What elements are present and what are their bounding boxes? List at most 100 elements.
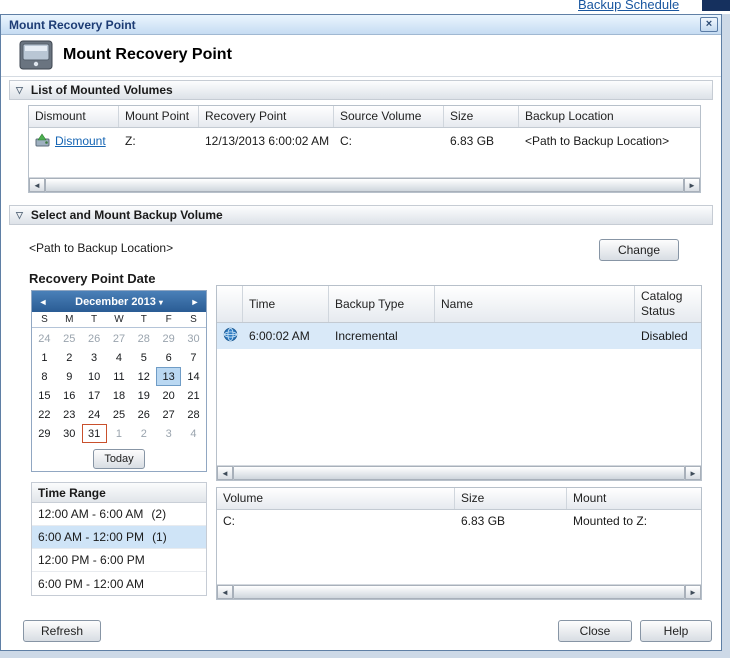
calendar-day[interactable]: 13 [156, 367, 181, 386]
calendar-dow-label: W [107, 312, 132, 327]
close-icon[interactable]: × [700, 17, 718, 32]
calendar-month-selector[interactable]: December 2013▾ [54, 296, 184, 308]
refresh-button[interactable]: Refresh [23, 620, 101, 642]
backup-location-path: <Path to Backup Location> [29, 241, 173, 255]
table-header-row: Volume Size Mount [217, 488, 701, 510]
time-range-item[interactable]: 12:00 PM - 6:00 PM [32, 549, 206, 572]
dialog-titlebar[interactable]: Mount Recovery Point × [1, 15, 721, 35]
calendar-day[interactable]: 3 [82, 348, 107, 367]
table-row[interactable]: 6:00:02 AM Incremental Disabled [217, 323, 701, 349]
calendar-day[interactable]: 20 [156, 386, 181, 405]
calendar-day[interactable]: 27 [107, 329, 132, 348]
scroll-right-icon[interactable]: ► [685, 466, 701, 480]
column-header-dismount[interactable]: Dismount [29, 106, 119, 127]
calendar-day[interactable]: 4 [181, 424, 206, 443]
calendar-day[interactable]: 30 [181, 329, 206, 348]
column-header-source-volume[interactable]: Source Volume [334, 106, 444, 127]
scrollbar-thumb[interactable] [233, 585, 685, 599]
column-header-size[interactable]: Size [455, 488, 567, 509]
scroll-left-icon[interactable]: ◄ [29, 178, 45, 192]
scrollbar-thumb[interactable] [45, 178, 684, 192]
calendar-day[interactable]: 18 [107, 386, 132, 405]
calendar-prev-icon[interactable]: ◄ [32, 297, 54, 307]
table-row[interactable]: Dismount Z: 12/13/2013 6:00:02 AM C: 6.8… [29, 128, 700, 154]
calendar-day[interactable]: 28 [181, 405, 206, 424]
column-header-name[interactable]: Name [435, 286, 635, 322]
calendar-day[interactable]: 3 [156, 424, 181, 443]
column-header-time[interactable]: Time [243, 286, 329, 322]
calendar-day[interactable]: 28 [131, 329, 156, 348]
section-mounted-volumes-header[interactable]: ▽ List of Mounted Volumes [9, 80, 713, 100]
scroll-right-icon[interactable]: ► [685, 585, 701, 599]
column-header-volume[interactable]: Volume [217, 488, 455, 509]
backup-schedule-link[interactable]: Backup Schedule [578, 0, 679, 12]
volume-cell: C: [217, 510, 455, 532]
calendar-day[interactable]: 7 [181, 348, 206, 367]
calendar-day[interactable]: 15 [32, 386, 57, 405]
calendar-day[interactable]: 17 [82, 386, 107, 405]
horizontal-scrollbar[interactable]: ◄ ► [217, 584, 701, 599]
calendar-day[interactable]: 9 [57, 367, 82, 386]
calendar-day[interactable]: 30 [57, 424, 82, 443]
scroll-left-icon[interactable]: ◄ [217, 466, 233, 480]
calendar-day[interactable]: 26 [131, 405, 156, 424]
scrollbar-thumb[interactable] [233, 466, 685, 480]
calendar-day[interactable]: 29 [32, 424, 57, 443]
calendar-day[interactable]: 23 [57, 405, 82, 424]
column-header-catalog-status[interactable]: Catalog Status [635, 286, 701, 322]
calendar-day[interactable]: 16 [57, 386, 82, 405]
calendar-month-label: December 2013 [75, 296, 156, 308]
calendar-day[interactable]: 1 [107, 424, 132, 443]
time-range-item[interactable]: 6:00 AM - 12:00 PM (1) [32, 526, 206, 549]
calendar-day[interactable]: 14 [181, 367, 206, 386]
calendar-day[interactable]: 5 [131, 348, 156, 367]
change-button[interactable]: Change [599, 239, 679, 261]
section-select-mount-header[interactable]: ▽ Select and Mount Backup Volume [9, 205, 713, 225]
calendar-day[interactable]: 31 [82, 424, 107, 443]
calendar-day[interactable]: 11 [107, 367, 132, 386]
table-empty-area [217, 532, 701, 584]
calendar-day[interactable]: 21 [181, 386, 206, 405]
help-button[interactable]: Help [640, 620, 712, 642]
calendar-day[interactable]: 6 [156, 348, 181, 367]
background-page: Backup Schedule [0, 0, 730, 14]
calendar-day[interactable]: 12 [131, 367, 156, 386]
calendar-day[interactable]: 24 [32, 329, 57, 348]
calendar-day[interactable]: 22 [32, 405, 57, 424]
column-header-recovery-point[interactable]: Recovery Point [199, 106, 334, 127]
calendar-day[interactable]: 19 [131, 386, 156, 405]
calendar-day[interactable]: 4 [107, 348, 132, 367]
calendar-day[interactable]: 1 [32, 348, 57, 367]
calendar-day[interactable]: 26 [82, 329, 107, 348]
calendar-day[interactable]: 25 [107, 405, 132, 424]
backup-location-cell: <Path to Backup Location> [519, 130, 700, 152]
calendar-day[interactable]: 25 [57, 329, 82, 348]
calendar-next-icon[interactable]: ► [184, 297, 206, 307]
table-row[interactable]: C: 6.83 GB Mounted to Z: [217, 510, 701, 532]
time-range-item[interactable]: 12:00 AM - 6:00 AM (2) [32, 503, 206, 526]
column-header-mount-point[interactable]: Mount Point [119, 106, 199, 127]
dismount-link[interactable]: Dismount [55, 134, 106, 148]
calendar-day[interactable]: 10 [82, 367, 107, 386]
column-header-icon[interactable] [217, 286, 243, 322]
calendar-day[interactable]: 2 [131, 424, 156, 443]
recovery-point-date-label: Recovery Point Date [29, 271, 155, 286]
column-header-size[interactable]: Size [444, 106, 519, 127]
column-header-backup-location[interactable]: Backup Location [519, 106, 700, 127]
horizontal-scrollbar[interactable]: ◄ ► [29, 177, 700, 192]
column-header-backup-type[interactable]: Backup Type [329, 286, 435, 322]
close-button[interactable]: Close [558, 620, 632, 642]
time-range-panel: Time Range 12:00 AM - 6:00 AM (2) 6:00 A… [31, 482, 207, 596]
section-title: Select and Mount Backup Volume [31, 208, 223, 222]
time-range-item[interactable]: 6:00 PM - 12:00 AM [32, 572, 206, 595]
scroll-right-icon[interactable]: ► [684, 178, 700, 192]
calendar-day[interactable]: 29 [156, 329, 181, 348]
horizontal-scrollbar[interactable]: ◄ ► [217, 465, 701, 480]
calendar-day[interactable]: 8 [32, 367, 57, 386]
column-header-mount[interactable]: Mount [567, 488, 701, 509]
calendar-day[interactable]: 24 [82, 405, 107, 424]
calendar-day[interactable]: 2 [57, 348, 82, 367]
today-button[interactable]: Today [93, 449, 144, 469]
calendar-day[interactable]: 27 [156, 405, 181, 424]
scroll-left-icon[interactable]: ◄ [217, 585, 233, 599]
